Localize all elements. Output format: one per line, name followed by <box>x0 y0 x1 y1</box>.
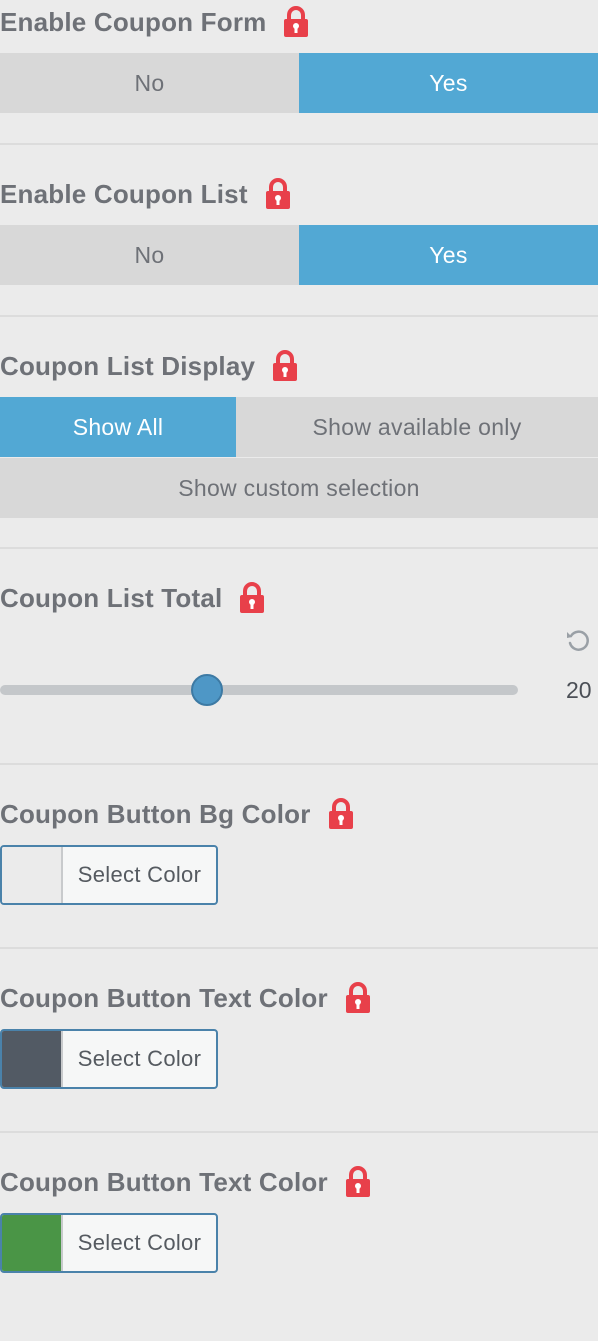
color-swatch <box>2 1031 63 1087</box>
button-text-color-2-picker[interactable]: Select Color <box>0 1213 218 1273</box>
coupon-form-option-yes[interactable]: Yes <box>299 53 598 113</box>
list-total-value: 20 <box>566 677 592 703</box>
list-display-label: Coupon List Display <box>0 350 256 381</box>
lock-icon <box>272 350 298 382</box>
button-bg-color-label-row: Coupon Button Bg Color <box>0 794 354 834</box>
color-swatch <box>2 847 63 903</box>
coupon-list-toggle: No Yes <box>0 225 598 285</box>
coupon-list-option-no[interactable]: No <box>0 225 299 285</box>
button-text-color-picker[interactable]: Select Color <box>0 1029 218 1089</box>
list-total-label: Coupon List Total <box>0 582 223 613</box>
divider <box>0 547 598 549</box>
button-bg-color-picker[interactable]: Select Color <box>0 845 218 905</box>
list-display-option-show-available[interactable]: Show available only <box>236 397 598 457</box>
list-display-label-row: Coupon List Display <box>0 346 298 386</box>
button-text-color-label-row: Coupon Button Text Color <box>0 978 371 1018</box>
lock-icon <box>283 6 309 38</box>
button-text-color-label: Coupon Button Text Color <box>0 982 328 1013</box>
lock-icon <box>239 582 265 614</box>
coupon-list-option-yes[interactable]: Yes <box>299 225 598 285</box>
divider <box>0 947 598 949</box>
button-text-color-2-label-row: Coupon Button Text Color <box>0 1162 371 1202</box>
list-total-slider-thumb[interactable] <box>191 674 224 706</box>
reset-icon[interactable] <box>565 628 591 654</box>
coupon-form-label-row: Enable Coupon Form <box>0 2 309 42</box>
divider <box>0 143 598 145</box>
list-display-option-show-custom[interactable]: Show custom selection <box>0 458 598 518</box>
select-color-label: Select Color <box>77 1046 202 1071</box>
coupon-form-option-no[interactable]: No <box>0 53 299 113</box>
coupon-list-label: Enable Coupon List <box>0 178 248 209</box>
lock-icon <box>328 798 354 830</box>
coupon-form-toggle: No Yes <box>0 53 598 113</box>
select-color-label: Select Color <box>77 862 202 887</box>
list-total-label-row: Coupon List Total <box>0 578 265 618</box>
lock-icon <box>345 1166 371 1198</box>
color-swatch <box>2 1215 63 1271</box>
divider <box>0 763 598 765</box>
list-display-option-show-all[interactable]: Show All <box>0 397 236 457</box>
list-display-options: Show All Show available only Show custom… <box>0 397 598 518</box>
divider <box>0 1131 598 1133</box>
button-bg-color-label: Coupon Button Bg Color <box>0 798 311 829</box>
lock-icon <box>265 178 291 210</box>
select-color-label: Select Color <box>77 1230 202 1255</box>
list-total-slider-track[interactable] <box>0 685 518 695</box>
divider <box>0 315 598 317</box>
lock-icon <box>345 982 371 1014</box>
coupon-list-label-row: Enable Coupon List <box>0 174 291 214</box>
button-text-color-2-label: Coupon Button Text Color <box>0 1166 328 1197</box>
coupon-form-label: Enable Coupon Form <box>0 6 267 37</box>
